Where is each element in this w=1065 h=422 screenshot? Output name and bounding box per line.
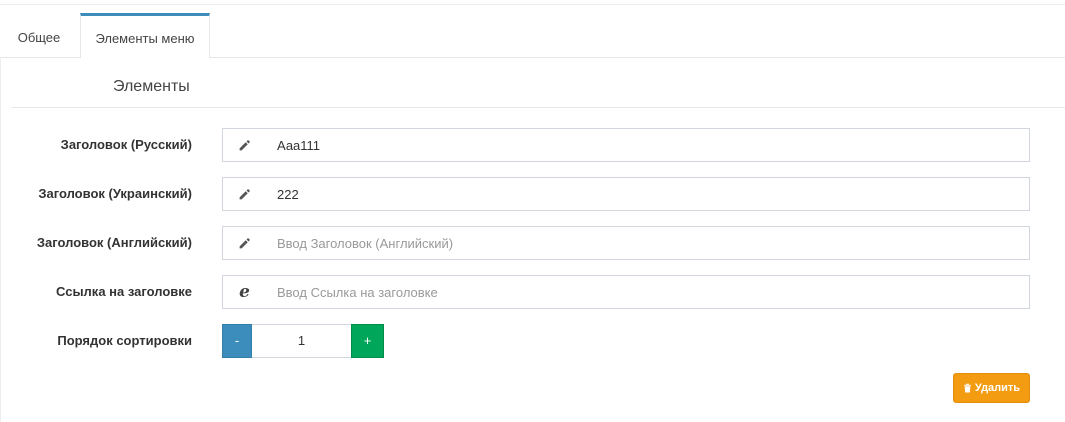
trash-icon (963, 383, 972, 393)
decrement-button[interactable]: - (222, 324, 252, 358)
form-row-link: Ссылка на заголовке e (0, 275, 1065, 309)
title-en-input[interactable] (265, 226, 1030, 260)
section-divider (12, 107, 1065, 108)
pencil-icon (222, 177, 267, 211)
field-label-sort-order: Порядок сортировки (57, 333, 192, 348)
title-ua-input[interactable] (265, 177, 1030, 211)
internet-explorer-icon: e (222, 275, 267, 309)
form-row-title-en: Заголовок (Английский) (0, 226, 1065, 260)
field-label-link: Ссылка на заголовке (56, 284, 192, 299)
tab-menu-items[interactable]: Элементы меню (80, 13, 210, 58)
form-row-sort-order: Порядок сортировки - 1 + (0, 324, 1065, 358)
title-ru-input[interactable] (265, 128, 1030, 162)
section-title: Элементы (113, 78, 190, 95)
tab-bar: Общее Элементы меню (0, 13, 1065, 58)
field-label-title-en: Заголовок (Английский) (36, 235, 192, 250)
field-label-title-ru: Заголовок (Русский) (60, 137, 192, 152)
pencil-icon (222, 128, 267, 162)
form-row-title-ru: Заголовок (Русский) (0, 128, 1065, 162)
tab-general[interactable]: Общее (0, 13, 78, 57)
sort-order-value[interactable]: 1 (252, 324, 351, 358)
delete-button[interactable]: Удалить (953, 373, 1030, 403)
increment-button[interactable]: + (351, 324, 384, 358)
top-divider (0, 4, 1065, 5)
pencil-icon (222, 226, 267, 260)
field-label-title-ua: Заголовок (Украинский) (38, 186, 192, 201)
form-row-title-ua: Заголовок (Украинский) (0, 177, 1065, 211)
delete-button-label: Удалить (974, 382, 1021, 394)
link-input[interactable] (265, 275, 1030, 309)
